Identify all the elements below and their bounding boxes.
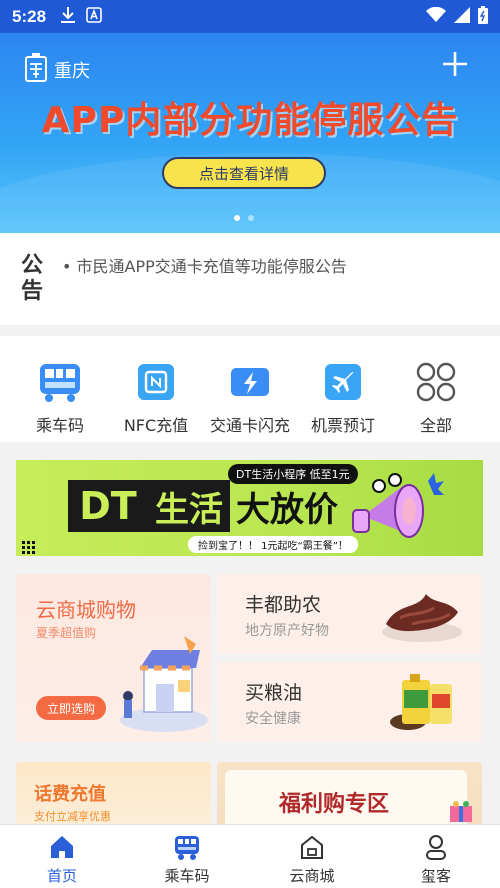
grain-oil-product-image [378, 670, 466, 738]
grid-icon [414, 360, 458, 404]
tab-label: 乘车码 [164, 867, 210, 885]
quick-item-all[interactable]: 全部 [388, 360, 484, 436]
wifi-icon [426, 6, 446, 27]
city-logo-icon [24, 53, 48, 87]
fengdu-farm-title: 丰都助农 [245, 594, 322, 616]
home-icon [48, 833, 76, 861]
tab-label: 云商城 [289, 867, 335, 885]
phone-topup-title: 话费充值 [34, 784, 106, 805]
carousel-indicator [234, 215, 254, 221]
promo-sale-text: 大放价 [236, 490, 338, 530]
carousel-dot [248, 215, 254, 221]
fengdu-farm-subtitle: 地方原产好物 [245, 623, 329, 639]
welfare-zone-title: 福利购专区 [279, 791, 390, 817]
status-left-icons [60, 6, 102, 28]
banner-detail-button[interactable]: 点击查看详情 [162, 157, 326, 189]
lightning-card-icon [228, 360, 272, 404]
nfc-icon [134, 360, 178, 404]
buy-now-button[interactable]: 立即选购 [36, 696, 106, 720]
promo-life-text: 生活 [148, 480, 230, 532]
tab-label: 玺客 [420, 867, 451, 885]
quick-item-label: 全部 [419, 416, 452, 435]
plane-icon [321, 360, 365, 404]
cloud-mall-title: 云商城购物 [36, 598, 136, 622]
quick-item-flash-charge[interactable]: 交通卡闪充 [202, 360, 298, 436]
welfare-zone-card[interactable]: 福利购专区 [217, 762, 482, 832]
promo-grid-icon [22, 540, 36, 556]
phone-topup-card[interactable]: 话费充值 支付立减享优惠 [16, 762, 211, 832]
promo-dt-text: DT [68, 480, 148, 532]
add-icon[interactable] [440, 49, 470, 79]
announcement-bar[interactable]: 公 告 • 市民通APP交通卡充值等功能停服公告 [0, 233, 500, 325]
app-root: 5:28 重庆 APP内部分功能停服公告 点击查看详情 公 告 • 市民通APP… [0, 0, 500, 888]
announcement-text[interactable]: • 市民通APP交通卡充值等功能停服公告 [62, 253, 347, 277]
grain-oil-card[interactable]: 买粮油 安全健康 [217, 662, 482, 742]
city-selector[interactable]: 重庆 [24, 53, 90, 87]
promo-banner[interactable]: DT生活小程序 低至1元 DT 生活 大放价 捡到宝了！！ 1元起吃“霸王餐”！ [16, 460, 483, 556]
promo-subtitle: 捡到宝了！！ 1元起吃“霸王餐”！ [188, 536, 358, 553]
download-icon [60, 6, 76, 28]
quick-item-flight[interactable]: 机票预订 [295, 360, 391, 436]
banner-carousel[interactable]: 重庆 APP内部分功能停服公告 点击查看详情 [0, 33, 500, 233]
quick-item-nfc[interactable]: NFC充值 [108, 360, 204, 436]
quick-item-label: 乘车码 [35, 416, 84, 435]
bus-icon [173, 833, 201, 861]
status-bar: 5:28 [0, 0, 500, 33]
tab-cloud-mall[interactable]: 云商城 [262, 833, 362, 886]
tab-home[interactable]: 首页 [12, 833, 112, 886]
quick-item-label: NFC充值 [123, 416, 189, 435]
shop-icon [298, 833, 326, 861]
storefront-illustration [114, 636, 210, 740]
signal-icon [454, 6, 470, 27]
tab-bus-code[interactable]: 乘车码 [137, 833, 237, 886]
status-right-icons [426, 5, 488, 28]
announcement-icon-char-2: 告 [20, 279, 43, 304]
quick-item-label: 交通卡闪充 [209, 416, 290, 435]
shop-section: 云商城购物 夏季超值购 立即选购 丰都助农 地方原产好物 买粮油 安全健康 [16, 574, 482, 744]
gift-icon [448, 800, 474, 826]
bottom-tab-bar: 首页 乘车码 云商城 玺客 [0, 824, 500, 888]
tab-label: 首页 [46, 867, 77, 885]
promo-badge: DT生活小程序 低至1元 [228, 464, 358, 484]
status-time: 5:28 [12, 6, 47, 26]
user-icon [422, 833, 450, 861]
fengdu-farm-card[interactable]: 丰都助农 地方原产好物 [217, 574, 482, 654]
quick-menu: 乘车码 NFC充值 交通卡闪充 机票预订 全部 [0, 336, 500, 442]
megaphone-illustration [343, 466, 453, 556]
banner-title: APP内部分功能停服公告 [41, 100, 459, 141]
grain-oil-subtitle: 安全健康 [245, 711, 301, 727]
bus-qr-icon [38, 360, 82, 404]
quick-item-bus-qr[interactable]: 乘车码 [12, 360, 108, 436]
cloud-mall-subtitle: 夏季超值购 [36, 626, 97, 640]
city-name: 重庆 [54, 61, 90, 82]
quick-item-label: 机票预订 [310, 416, 375, 435]
jerky-product-image [378, 582, 466, 650]
announcement-icon: 公 告 [18, 253, 46, 305]
battery-icon [478, 5, 488, 28]
phone-topup-subtitle: 支付立减享优惠 [34, 810, 111, 823]
carousel-dot-active [234, 215, 240, 221]
grain-oil-title: 买粮油 [245, 682, 303, 704]
cloud-mall-card[interactable]: 云商城购物 夏季超值购 立即选购 [16, 574, 211, 742]
tab-profile[interactable]: 玺客 [386, 833, 486, 886]
announcement-icon-char-1: 公 [20, 253, 43, 278]
notification-a-icon [86, 6, 102, 27]
